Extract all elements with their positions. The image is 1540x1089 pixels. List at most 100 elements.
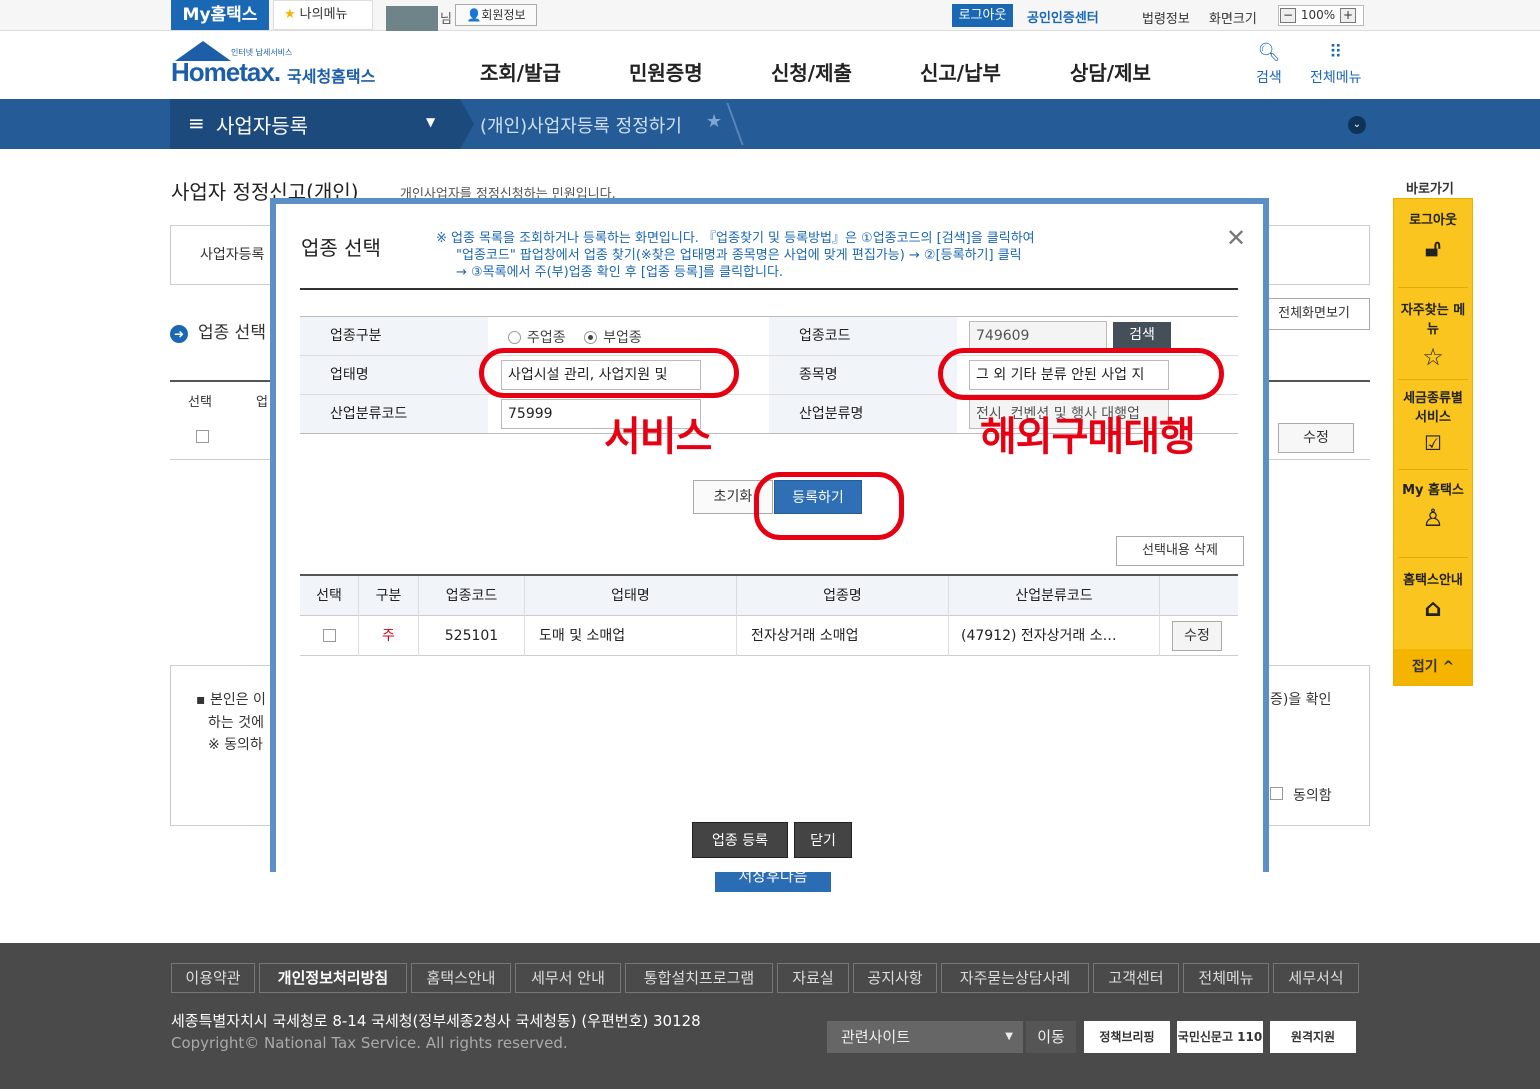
nav-inquiry[interactable]: 조회/발급 bbox=[480, 57, 561, 86]
close-button[interactable]: 닫기 bbox=[794, 822, 852, 858]
note-line-3: → ③목록에서 주(부)업종 확인 후 [업종 등록]를 클릭합니다. bbox=[456, 265, 784, 280]
nav-application[interactable]: 신청/제출 bbox=[771, 57, 852, 86]
quick-my-hometax-label: My 홈택스 bbox=[1402, 483, 1464, 498]
row-kind: 주 bbox=[359, 616, 419, 656]
bg-agree-text-2: 하는 것에 bbox=[208, 715, 264, 731]
screen-size-label: 화면크기 bbox=[1209, 12, 1257, 27]
quick-tax-services-label: 세금종류별 서비스 bbox=[1403, 391, 1463, 425]
full-view-button[interactable]: 전체화면보기 bbox=[1258, 298, 1370, 330]
header-all-menu-button[interactable]: ⠿ 전체메뉴 bbox=[1310, 43, 1362, 87]
nav-consulting[interactable]: 상담/제보 bbox=[1070, 57, 1151, 86]
quick-panel-title: 바로가기 bbox=[1406, 182, 1454, 197]
chevron-down-icon[interactable]: ⌄ bbox=[1348, 116, 1366, 134]
zoom-out-button[interactable]: − bbox=[1280, 8, 1296, 23]
col-biz-type: 업태명 bbox=[525, 576, 737, 616]
quick-favorites[interactable]: 자주찾는 메뉴 ☆ bbox=[1394, 299, 1472, 371]
radio-icon bbox=[508, 331, 521, 344]
type-label: 업종구분 bbox=[300, 317, 488, 355]
row-edit-button[interactable]: 수정 bbox=[1172, 621, 1222, 651]
logo-text: Hometax. bbox=[171, 57, 281, 87]
annotation-overseas-purchase: 해외구매대행 bbox=[980, 414, 1196, 460]
divider bbox=[1398, 379, 1468, 380]
ind-name-label: 산업분류명 bbox=[769, 395, 957, 433]
annotation-circle-item bbox=[938, 348, 1224, 400]
footer-link-allmenu[interactable]: 전체메뉴 bbox=[1183, 963, 1269, 993]
header-search-button[interactable]: 🔍︎ 검색 bbox=[1256, 43, 1282, 87]
industry-list-table: 선택 구분 업종코드 업태명 업종명 산업분류코드 주 525101 도매 및 … bbox=[300, 574, 1238, 656]
user-suffix: 님 bbox=[440, 12, 452, 27]
row-code: 525101 bbox=[419, 616, 525, 656]
note-line-2: "업종코드" 팝업창에서 업종 찾기(※찾은 업태명과 종목명은 사업에 맞게 … bbox=[456, 248, 1022, 263]
bg-agree-text: ▪ 본인은 이 bbox=[196, 692, 266, 708]
close-icon[interactable]: ✕ bbox=[1226, 224, 1246, 252]
agree-checkbox[interactable] bbox=[1270, 787, 1283, 800]
item-label: 종목명 bbox=[769, 356, 957, 394]
bg-edit-button[interactable]: 수정 bbox=[1278, 423, 1354, 453]
member-info-button[interactable]: 👤회원정보 bbox=[455, 4, 537, 26]
nav-certificate[interactable]: 민원증명 bbox=[629, 57, 703, 86]
law-info-link[interactable]: 법령정보 bbox=[1142, 8, 1190, 27]
row-item: 전자상거래 소매업 bbox=[737, 616, 949, 656]
logo-subtext: 국세청홈택스 bbox=[287, 67, 376, 86]
cert-center-link[interactable]: 공인인증센터 bbox=[1027, 7, 1099, 26]
divider bbox=[1398, 557, 1468, 558]
unlock-icon: 🔓︎ bbox=[1425, 234, 1441, 262]
quick-my-hometax[interactable]: My 홈택스 ♙ bbox=[1394, 479, 1472, 532]
my-hometax-link[interactable]: My홈택스 bbox=[171, 0, 269, 30]
hometax-logo[interactable]: 인터넷 납세서비스 Hometax. 국세청홈택스 bbox=[169, 39, 399, 93]
quick-logout[interactable]: 로그아웃 🔓︎ bbox=[1394, 209, 1472, 262]
footer-link-notice[interactable]: 공지사항 bbox=[853, 963, 937, 993]
go-button[interactable]: 이동 bbox=[1026, 1021, 1076, 1053]
epeople-badge[interactable]: 국민신문고 110 bbox=[1177, 1021, 1263, 1053]
col-ind-code: 산업분류코드 bbox=[949, 576, 1160, 616]
related-sites-label: 관련사이트 bbox=[841, 1028, 911, 1046]
col-action bbox=[1160, 576, 1236, 616]
related-sites-select[interactable]: 관련사이트 ▼ bbox=[827, 1021, 1023, 1053]
bg-agree-right-text: 증)을 확인 bbox=[1270, 692, 1332, 708]
table-header: 선택 구분 업종코드 업태명 업종명 산업분류코드 bbox=[300, 576, 1238, 616]
footer-address: 세종특별자치시 국세청로 8-14 국세청(정부세종2청사 국세청동) (우편번… bbox=[171, 1012, 701, 1030]
radio-selected-icon bbox=[584, 331, 598, 344]
quick-tax-services[interactable]: 세금종류별 서비스 ☑ bbox=[1394, 387, 1472, 455]
footer-link-forms[interactable]: 세무서식 bbox=[1273, 963, 1359, 993]
search-icon: 🔍︎ bbox=[1257, 42, 1281, 63]
footer-link-guide[interactable]: 홈택스안내 bbox=[411, 963, 511, 993]
footer-link-terms[interactable]: 이용약관 bbox=[171, 963, 255, 993]
footer-link-privacy[interactable]: 개인정보처리방침 bbox=[259, 963, 407, 993]
quick-fold-button[interactable]: 접기 ^ bbox=[1394, 649, 1472, 685]
footer-link-installer[interactable]: 통합설치프로그램 bbox=[625, 963, 773, 993]
footer-link-customer[interactable]: 고객센터 bbox=[1093, 963, 1179, 993]
row-checkbox[interactable] bbox=[322, 629, 336, 642]
radio-sub-industry[interactable]: 부업종 bbox=[584, 330, 642, 346]
annotation-service: 서비스 bbox=[604, 414, 712, 460]
bg-section-label: 업종 선택 bbox=[198, 323, 266, 343]
top-utility-bar: My홈택스 ★ 나의메뉴 님 👤회원정보 로그아웃 공인인증센터 법령정보 화면크… bbox=[0, 0, 1540, 38]
bg-row-checkbox[interactable] bbox=[196, 430, 209, 443]
my-menu-link[interactable]: ★ 나의메뉴 bbox=[273, 0, 373, 30]
code-search-button[interactable]: 검색 bbox=[1113, 322, 1171, 348]
breadcrumb-separator bbox=[460, 99, 474, 149]
main-header: 인터넷 납세서비스 Hometax. 국세청홈택스 조회/발급 민원증명 신청/… bbox=[0, 31, 1540, 99]
remote-support-badge[interactable]: 원격지원 bbox=[1270, 1021, 1356, 1053]
checkbox-icon: ☑ bbox=[1424, 431, 1442, 455]
logout-button[interactable]: 로그아웃 bbox=[952, 4, 1013, 27]
footer-link-faq[interactable]: 자주묻는상담사례 bbox=[941, 963, 1089, 993]
quick-logout-label: 로그아웃 bbox=[1409, 213, 1457, 228]
quick-hometax-guide[interactable]: 홈택스안내 ⌂ bbox=[1394, 569, 1472, 622]
footer-copyright: Copyright© National Tax Service. All rig… bbox=[171, 1034, 568, 1052]
row-checkbox-cell bbox=[300, 616, 359, 656]
quick-guide-label: 홈택스안내 bbox=[1403, 573, 1463, 588]
industry-code-field[interactable]: 749609 bbox=[969, 321, 1107, 351]
annotation-circle-biz-type bbox=[479, 348, 739, 398]
nav-filing[interactable]: 신고/납부 bbox=[920, 57, 1001, 86]
footer-link-taxoffice[interactable]: 세무서 안내 bbox=[515, 963, 621, 993]
breadcrumb-section-dropdown[interactable]: ≡ 사업자등록 ▼ bbox=[170, 99, 460, 149]
radio-main-industry[interactable]: 주업종 bbox=[508, 330, 566, 346]
register-industry-button[interactable]: 업종 등록 bbox=[692, 822, 788, 858]
radio-main-label: 주업종 bbox=[527, 330, 566, 346]
policy-briefing-badge[interactable]: 정책브리핑 bbox=[1084, 1021, 1170, 1053]
zoom-in-button[interactable]: + bbox=[1339, 8, 1356, 23]
footer-link-library[interactable]: 자료실 bbox=[777, 963, 849, 993]
delete-selected-button[interactable]: 선택내용 삭제 bbox=[1116, 536, 1244, 566]
note-line-1: ※ 업종 목록을 조회하거나 등록하는 화면입니다. 『업종찾기 및 등록방법』… bbox=[436, 231, 1035, 246]
